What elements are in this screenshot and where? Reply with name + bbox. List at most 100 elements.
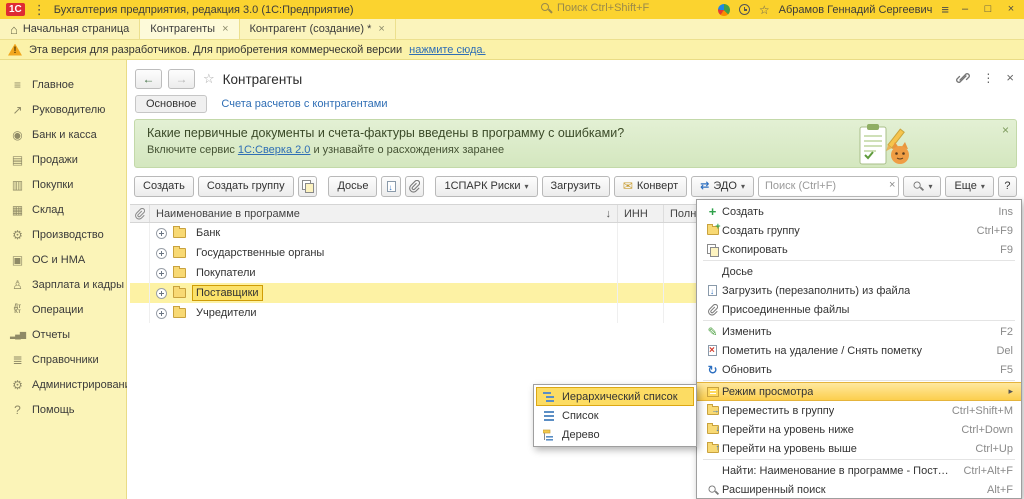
sidebar-item-help[interactable]: ?Помощь: [0, 397, 126, 422]
tab-kontragent-new[interactable]: Контрагент (создание) * ×: [240, 19, 396, 39]
load-from-file-button[interactable]: [381, 176, 400, 197]
dev-notice-link[interactable]: нажмите сюда.: [409, 44, 485, 56]
menu-item-create[interactable]: +СоздатьIns: [697, 202, 1021, 221]
close-form-icon[interactable]: ×: [1006, 70, 1014, 85]
sidebar-item-administration[interactable]: ⚙Администрирование: [0, 372, 126, 397]
history-icon[interactable]: [739, 4, 750, 15]
name-column-header[interactable]: Наименование в программе↓: [150, 205, 618, 222]
list-search-input[interactable]: [758, 176, 899, 197]
menu-item-create-group[interactable]: Создать группуCtrl+F9: [697, 221, 1021, 240]
favorite-star-icon[interactable]: ☆: [203, 71, 215, 87]
sverka-link[interactable]: 1С:Сверка 2.0: [238, 144, 311, 156]
more-button[interactable]: Еще▾: [945, 176, 993, 197]
submenu-item-tree[interactable]: Дерево: [536, 425, 694, 444]
attached-files-button[interactable]: [405, 176, 424, 197]
favorites-icon[interactable]: ☆: [759, 4, 770, 16]
main-menu-icon[interactable]: ⋮: [33, 3, 46, 16]
warehouse-icon: ▦: [10, 204, 25, 216]
tab-close-icon[interactable]: ×: [378, 23, 384, 35]
sidebar-item-reports[interactable]: ▂▄▆Отчеты: [0, 322, 126, 347]
promo-illustration: [854, 122, 912, 168]
warning-icon: [8, 44, 22, 56]
sidebar-item-manager[interactable]: ↗Руководителю: [0, 97, 126, 122]
sidebar-item-bank[interactable]: ◉Банк и касса: [0, 122, 126, 147]
list-toolbar: Создать Создать группу Досье 1СПАРК Риск…: [134, 175, 1017, 197]
search-button[interactable]: ▾: [903, 176, 941, 197]
submenu-item-list[interactable]: Список: [536, 406, 694, 425]
page-title: Контрагенты: [223, 72, 303, 87]
more-actions-icon[interactable]: ⋮: [982, 71, 994, 85]
menu-item-go-level-down[interactable]: Перейти на уровень нижеCtrl+Down: [697, 420, 1021, 439]
promo-close-icon[interactable]: ×: [1002, 123, 1009, 137]
edo-button[interactable]: ⇄ЭДО▾: [691, 176, 754, 197]
create-group-button[interactable]: Создать группу: [198, 176, 294, 197]
inn-column-header[interactable]: ИНН: [618, 205, 664, 222]
sidebar-item-os-nma[interactable]: ▣ОС и НМА: [0, 247, 126, 272]
current-user[interactable]: Абрамов Геннадий Сергеевич: [779, 4, 933, 16]
expand-icon[interactable]: [156, 228, 167, 239]
sidebar-item-hr[interactable]: ♙Зарплата и кадры: [0, 272, 126, 297]
expand-icon[interactable]: [156, 268, 167, 279]
sidebar-item-sales[interactable]: ▤Продажи: [0, 147, 126, 172]
envelope-icon: ✉: [623, 180, 633, 192]
sidebar-item-production[interactable]: ⚙Производство: [0, 222, 126, 247]
subtab-accounts[interactable]: Счета расчетов с контрагентами: [221, 98, 387, 110]
menu-item-attached-files[interactable]: Присоединенные файлы: [697, 300, 1021, 319]
menu-item-advanced-search[interactable]: Расширенный поискAlt+F: [697, 480, 1021, 499]
maximize-button[interactable]: □: [981, 4, 995, 15]
menu-item-mark-deletion[interactable]: Пометить на удаление / Снять пометкуDel: [697, 341, 1021, 360]
service-status-icon[interactable]: [718, 4, 730, 16]
tree-icon: [543, 429, 555, 441]
subtab-main[interactable]: Основное: [135, 95, 207, 113]
sidebar-item-main[interactable]: ≡Главное: [0, 72, 126, 97]
help-button[interactable]: ?: [998, 176, 1017, 197]
tab-close-icon[interactable]: ×: [222, 23, 228, 35]
menu-item-load-from-file[interactable]: Загрузить (перезаполнить) из файла: [697, 281, 1021, 300]
menu-item-dossier[interactable]: Досье: [697, 262, 1021, 281]
menu-item-find[interactable]: Найти: Наименование в программе - Постав…: [697, 461, 1021, 480]
form-subtabs: Основное Счета расчетов с контрагентами: [135, 94, 388, 114]
create-icon: +: [709, 205, 717, 218]
menu-item-move-to-group[interactable]: Переместить в группуCtrl+Shift+M: [697, 401, 1021, 420]
more-context-menu: +СоздатьIns Создать группуCtrl+F9 Скопир…: [696, 199, 1022, 499]
attachments-column-header[interactable]: [130, 205, 150, 222]
titlebar-menu-icon[interactable]: ≡: [941, 3, 949, 16]
expand-icon[interactable]: [156, 308, 167, 319]
menu-item-go-level-up[interactable]: Перейти на уровень вышеCtrl+Up: [697, 439, 1021, 458]
copy-button[interactable]: [298, 176, 317, 197]
folder-icon: [173, 228, 186, 238]
link-icon[interactable]: [956, 72, 970, 84]
menu-item-refresh[interactable]: ↻ОбновитьF5: [697, 360, 1021, 379]
tab-home[interactable]: ⌂ Начальная страница: [0, 19, 140, 39]
manager-chart-icon: ↗: [10, 104, 25, 116]
submenu-item-hierarchical-list[interactable]: Иерархический список: [536, 387, 694, 406]
dossier-button[interactable]: Досье: [328, 176, 377, 197]
minimize-button[interactable]: –: [958, 4, 972, 15]
create-button[interactable]: Создать: [134, 176, 194, 197]
copy-icon: [707, 244, 718, 256]
menu-item-view-mode[interactable]: Режим просмотра▸: [697, 382, 1021, 401]
close-window-button[interactable]: ×: [1004, 4, 1018, 15]
back-button[interactable]: ←: [135, 69, 162, 89]
tab-kontragenty[interactable]: Контрагенты ×: [140, 19, 239, 39]
envelope-button[interactable]: ✉Конверт: [614, 176, 687, 197]
expand-icon[interactable]: [156, 248, 167, 259]
global-search[interactable]: Поиск Ctrl+Shift+F: [540, 2, 649, 14]
sidebar-item-purchases[interactable]: ▥Покупки: [0, 172, 126, 197]
move-to-group-icon: [707, 406, 719, 415]
menu-item-edit[interactable]: ✎ИзменитьF2: [697, 322, 1021, 341]
load-button[interactable]: Загрузить: [542, 176, 610, 197]
clear-search-icon[interactable]: ×: [889, 179, 895, 191]
list-search: ×: [758, 176, 899, 197]
sidebar-item-operations[interactable]: ДтКтОперации: [0, 297, 126, 322]
bar-chart-icon: ▂▄▆: [10, 331, 25, 339]
expand-icon[interactable]: [156, 288, 167, 299]
view-mode-submenu: Иерархический список Список Дерево: [533, 384, 697, 447]
folder-icon: [173, 248, 186, 258]
sidebar-item-warehouse[interactable]: ▦Склад: [0, 197, 126, 222]
sidebar-item-references[interactable]: ≣Справочники: [0, 347, 126, 372]
dropdown-icon: ▾: [981, 182, 985, 191]
spark-risks-button[interactable]: 1СПАРК Риски▾: [435, 176, 537, 197]
forward-button[interactable]: →: [168, 69, 195, 89]
menu-item-copy[interactable]: СкопироватьF9: [697, 240, 1021, 259]
